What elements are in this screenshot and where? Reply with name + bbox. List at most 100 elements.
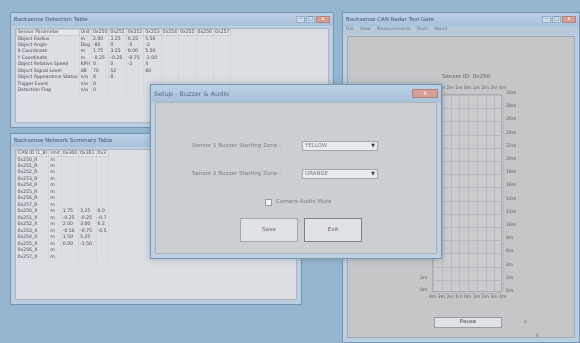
table-cell: KPH: [79, 61, 92, 68]
column-header[interactable]: 0x360: [60, 150, 80, 157]
grid-line: [433, 240, 501, 242]
grid-line: [433, 293, 501, 294]
save-button[interactable]: Save: [240, 218, 298, 242]
bottom-tick-label: 3m: [490, 295, 498, 300]
table-cell: n/a: [79, 87, 92, 94]
sensor-table-title: Backsense Detection Table: [14, 16, 88, 23]
minimize-icon[interactable]: –: [296, 16, 305, 23]
sensor1-zone-label: Sensor 1 Buzzer Starting Zone :: [192, 143, 282, 149]
sensor2-zone-select[interactable]: ORANGE ▼: [302, 169, 378, 179]
menu-item-measurements[interactable]: Measurements: [377, 27, 411, 34]
right-tick-label: 20m: [506, 157, 517, 162]
grid-line: [433, 253, 501, 255]
grid-line: [468, 95, 469, 291]
maximize-icon[interactable]: □: [552, 16, 561, 23]
axis-y-label: y: [536, 333, 539, 338]
grid-line: [433, 121, 501, 123]
table-cell: [61, 254, 80, 261]
column-header[interactable]: CAN ID (1_8): [16, 150, 50, 157]
sensor-table-titlebar[interactable]: Backsense Detection Table – □ x: [11, 13, 333, 26]
column-header[interactable]: 0x361: [78, 150, 97, 157]
right-tick-label: 24m: [506, 130, 517, 136]
top-tick-label: 1m: [472, 86, 481, 91]
bottom-tick-label: 1m: [472, 295, 481, 300]
maximize-icon[interactable]: □: [306, 16, 315, 23]
pause-button[interactable]: Pause: [434, 317, 502, 328]
table-cell: [96, 254, 109, 261]
table-cell: 0: [91, 87, 110, 94]
grid-line: [433, 187, 501, 189]
grid-line: [433, 161, 501, 162]
menu-item-about[interactable]: About: [434, 27, 448, 34]
right-tick-label: 0m: [506, 289, 514, 294]
table-cell: Deg: [79, 42, 92, 49]
table-cell: -0.5: [96, 228, 109, 235]
sensor1-zone-select[interactable]: YELLOW ▼: [302, 141, 378, 151]
bottom-tick-label: 2m: [481, 295, 489, 300]
bottom-tick-label: 0m: [464, 295, 472, 300]
grid-line: [433, 227, 501, 228]
right-tick-label: 14m: [506, 196, 517, 202]
sensor2-zone-label: Sensor 2 Buzzer Starting Zone :: [192, 171, 282, 177]
column-header[interactable]: 0x254: [160, 29, 180, 36]
right-tick-label: 8m: [506, 236, 514, 242]
column-header[interactable]: Unit: [78, 29, 92, 36]
sensor1-zone-value: YELLOW: [305, 143, 328, 149]
table-cell: [78, 254, 97, 261]
chevron-down-icon: ▼: [371, 171, 375, 177]
menu-item-view[interactable]: View: [360, 27, 371, 34]
right-tick-label: 10m: [506, 223, 517, 228]
table-cell: Object Appearance Status: [16, 74, 80, 81]
table-row[interactable]: 0x257_X m: [16, 254, 109, 261]
table-cell: [126, 87, 145, 94]
table-cell: Detection Flag: [16, 87, 80, 94]
bottom-tick-label: 4m: [429, 295, 437, 300]
column-header[interactable]: 0x250: [90, 29, 110, 36]
column-header[interactable]: 0x252: [125, 29, 145, 36]
right-tick-label: 12m: [506, 209, 517, 215]
menu-item-file[interactable]: File: [346, 27, 354, 34]
grid-line: [433, 134, 501, 136]
right-tick-label: 30m: [506, 91, 517, 96]
radar-title: Backsense CAN Radar Tool Gate: [346, 16, 435, 23]
left-tick-label: 2m: [420, 276, 428, 281]
top-tick-label: 1m: [455, 86, 463, 91]
radar-titlebar[interactable]: Backsense CAN Radar Tool Gate – □ x: [343, 13, 579, 26]
column-header[interactable]: 0x251: [108, 29, 127, 36]
camera-audio-mute-label: Camera Audio Mute: [276, 199, 332, 205]
top-tick-label: 0m: [464, 86, 472, 91]
close-icon[interactable]: x: [316, 16, 330, 23]
dialog-title: Setup - Buzzer & Audio: [154, 89, 230, 98]
top-tick-label: 3m: [490, 86, 498, 91]
grid-line: [433, 108, 501, 110]
column-header[interactable]: Unit: [48, 150, 62, 157]
column-header[interactable]: 0x253: [143, 29, 162, 36]
right-tick-label: 16m: [506, 183, 517, 189]
dialog-titlebar[interactable]: Setup - Buzzer & Audio x: [151, 85, 441, 102]
grid-line: [459, 95, 461, 291]
column-header[interactable]: 0x255: [178, 29, 197, 36]
dialog-client: Sensor 1 Buzzer Starting Zone : YELLOW ▼…: [155, 102, 437, 254]
grid-line: [433, 200, 501, 202]
right-tick-label: 28m: [506, 104, 517, 110]
column-header[interactable]: 0x257: [212, 29, 232, 36]
close-icon[interactable]: x: [562, 16, 576, 23]
chevron-down-icon: ▼: [371, 143, 375, 149]
axis-x-label: x: [524, 320, 527, 325]
right-tick-label: 6m: [506, 249, 514, 255]
right-tick-label: 18m: [506, 170, 517, 176]
grid-line: [476, 95, 478, 291]
bottom-tick-label: 4m: [499, 295, 507, 300]
dialog-close-icon[interactable]: x: [412, 89, 438, 98]
camera-audio-mute-checkbox[interactable]: [265, 199, 272, 206]
minimize-icon[interactable]: –: [542, 16, 551, 23]
menu-item-tools[interactable]: Tools: [417, 27, 428, 34]
table-cell: -0.7: [96, 215, 109, 222]
radar-plot: [432, 94, 504, 294]
exit-button[interactable]: Exit: [304, 218, 362, 242]
table-cell: [108, 87, 127, 94]
radar-sensor-label: Sensor ID: 0x250: [442, 74, 491, 80]
setup-buzzer-dialog: Setup - Buzzer & Audio x Sensor 1 Buzzer…: [150, 84, 442, 259]
bottom-tick-label: 1m: [455, 295, 463, 300]
column-header[interactable]: 0x256: [195, 29, 214, 36]
